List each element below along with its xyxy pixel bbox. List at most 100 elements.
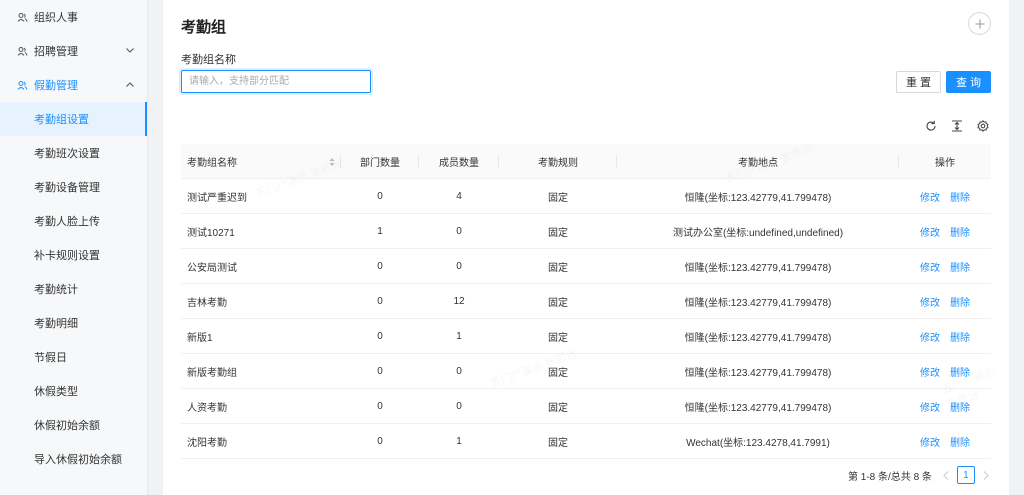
- edit-link[interactable]: 修改: [920, 259, 940, 274]
- cell-actions: 修改 删除: [899, 179, 991, 213]
- cell-location: 恒隆(坐标:123.42779,41.799478): [684, 192, 832, 204]
- cell-dept-count: 0: [377, 435, 383, 447]
- edit-link[interactable]: 修改: [920, 189, 940, 204]
- sidebar-group-recruit[interactable]: 招聘管理: [0, 34, 147, 68]
- sidebar-item-face-upload[interactable]: 考勤人脸上传: [0, 204, 147, 238]
- cell-name: 沈阳考勤: [187, 437, 227, 449]
- delete-link[interactable]: 删除: [950, 294, 970, 309]
- attendance-group-table: 考勤组名称 部门数量 成员数量 考勤规则 考勤地点 操作 测试严重迟到 0 4 …: [181, 144, 991, 459]
- cell-dept-count: 0: [377, 330, 383, 342]
- cell-rule: 固定: [548, 332, 568, 344]
- cell-location: 恒隆(坐标:123.42779,41.799478): [684, 402, 832, 414]
- column-height-icon[interactable]: [950, 119, 964, 133]
- cell-actions: 修改 删除: [899, 284, 991, 318]
- cell-actions: 修改 删除: [899, 389, 991, 423]
- delete-link[interactable]: 删除: [950, 399, 970, 414]
- sort-icon: [329, 158, 335, 166]
- cell-name: 新版考勤组: [187, 367, 237, 379]
- delete-link[interactable]: 删除: [950, 434, 970, 449]
- sidebar-item-makeup-rule[interactable]: 补卡规则设置: [0, 238, 147, 272]
- cell-dept-count: 0: [377, 190, 383, 202]
- chevron-right-icon[interactable]: [978, 467, 994, 483]
- cell-rule: 固定: [548, 297, 568, 309]
- cell-name: 新版1: [187, 332, 213, 344]
- cell-actions: 修改 删除: [899, 354, 991, 388]
- cell-member-count: 0: [456, 225, 462, 237]
- sidebar-item-leave-balance[interactable]: 休假初始余额: [0, 408, 147, 442]
- search-input[interactable]: [181, 70, 371, 93]
- edit-link[interactable]: 修改: [920, 224, 940, 239]
- field-label: 考勤组名称: [181, 54, 236, 66]
- cell-member-count: 0: [456, 400, 462, 412]
- cell-dept-count: 1: [377, 225, 383, 237]
- edit-link[interactable]: 修改: [920, 434, 940, 449]
- cell-actions: 修改 删除: [899, 214, 991, 248]
- delete-link[interactable]: 删除: [950, 189, 970, 204]
- cell-name: 测试10271: [187, 227, 235, 239]
- delete-link[interactable]: 删除: [950, 329, 970, 344]
- sidebar-item-import-balance[interactable]: 导入休假初始余额: [0, 442, 147, 476]
- user-group-icon: [16, 11, 28, 23]
- column-header-member-count: 成员数量: [419, 144, 499, 178]
- refresh-icon[interactable]: [924, 119, 938, 133]
- cell-rule: 固定: [548, 402, 568, 414]
- edit-link[interactable]: 修改: [920, 294, 940, 309]
- chevron-left-icon[interactable]: [938, 467, 954, 483]
- table-row: 新版考勤组 0 0 固定 恒隆(坐标:123.42779,41.799478) …: [181, 354, 991, 389]
- sidebar-item-statistics[interactable]: 考勤统计: [0, 272, 147, 306]
- sidebar-group-label: 假勤管理: [34, 80, 78, 92]
- column-header-dept-count: 部门数量: [341, 144, 419, 178]
- cell-member-count: 12: [453, 295, 465, 307]
- main-panel: 考勤组 考勤组名称 重 置 查 询 考勤组名称 部门数量 成员数量 考勤规则 考…: [163, 0, 1009, 495]
- cell-location: 恒隆(坐标:123.42779,41.799478): [684, 297, 832, 309]
- page-number[interactable]: 1: [956, 466, 975, 484]
- cell-rule: 固定: [548, 262, 568, 274]
- cell-actions: 修改 删除: [899, 424, 991, 458]
- reset-button[interactable]: 重 置: [896, 71, 941, 93]
- sidebar-item-holidays[interactable]: 节假日: [0, 340, 147, 374]
- sidebar-item-leave-type[interactable]: 休假类型: [0, 374, 147, 408]
- cell-rule: 固定: [548, 227, 568, 239]
- cell-dept-count: 0: [377, 295, 383, 307]
- table-row: 沈阳考勤 0 1 固定 Wechat(坐标:123.4278,41.7991) …: [181, 424, 991, 459]
- table-row: 测试严重迟到 0 4 固定 恒隆(坐标:123.42779,41.799478)…: [181, 179, 991, 214]
- sidebar-group-org[interactable]: 组织人事: [0, 0, 147, 34]
- cell-member-count: 0: [456, 260, 462, 272]
- cell-name: 公安局测试: [187, 262, 237, 274]
- delete-link[interactable]: 删除: [950, 259, 970, 274]
- edit-link[interactable]: 修改: [920, 364, 940, 379]
- cell-actions: 修改 删除: [899, 249, 991, 283]
- cell-name: 吉林考勤: [187, 297, 227, 309]
- chevron-down-icon: [125, 45, 135, 55]
- delete-link[interactable]: 删除: [950, 364, 970, 379]
- cell-location: 恒隆(坐标:123.42779,41.799478): [684, 367, 832, 379]
- column-header-location: 考勤地点: [617, 144, 899, 178]
- pagination: 第 1-8 条/总共 8 条 1: [848, 466, 994, 484]
- column-header-actions: 操作: [935, 157, 955, 169]
- cell-location: 恒隆(坐标:123.42779,41.799478): [684, 262, 832, 274]
- add-button[interactable]: [968, 12, 991, 35]
- cell-member-count: 4: [456, 190, 462, 202]
- table-row: 测试10271 1 0 固定 测试办公室(坐标:undefined,undefi…: [181, 214, 991, 249]
- sidebar-item-device[interactable]: 考勤设备管理: [0, 170, 147, 204]
- gear-icon[interactable]: [976, 119, 990, 133]
- delete-link[interactable]: 删除: [950, 224, 970, 239]
- query-button[interactable]: 查 询: [946, 71, 991, 93]
- user-group-icon: [16, 79, 28, 91]
- column-header-name[interactable]: 考勤组名称: [181, 144, 341, 178]
- chevron-up-icon: [125, 79, 135, 89]
- edit-link[interactable]: 修改: [920, 399, 940, 414]
- sidebar-group-leave[interactable]: 假勤管理: [0, 68, 147, 102]
- plus-icon: [975, 19, 984, 28]
- sidebar-item-attendance-group[interactable]: 考勤组设置: [0, 102, 147, 136]
- edit-link[interactable]: 修改: [920, 329, 940, 344]
- sidebar: 组织人事 招聘管理 假勤管理 考勤组设置 考勤班次设置 考勤设备管理 考勤人脸上…: [0, 0, 148, 495]
- sidebar-group-label: 组织人事: [34, 12, 78, 24]
- table-row: 新版1 0 1 固定 恒隆(坐标:123.42779,41.799478) 修改…: [181, 319, 991, 354]
- sidebar-item-shift[interactable]: 考勤班次设置: [0, 136, 147, 170]
- cell-location: 恒隆(坐标:123.42779,41.799478): [684, 332, 832, 344]
- sidebar-item-detail[interactable]: 考勤明细: [0, 306, 147, 340]
- table-row: 人资考勤 0 0 固定 恒隆(坐标:123.42779,41.799478) 修…: [181, 389, 991, 424]
- column-header-rule: 考勤规则: [499, 144, 617, 178]
- table-row: 公安局测试 0 0 固定 恒隆(坐标:123.42779,41.799478) …: [181, 249, 991, 284]
